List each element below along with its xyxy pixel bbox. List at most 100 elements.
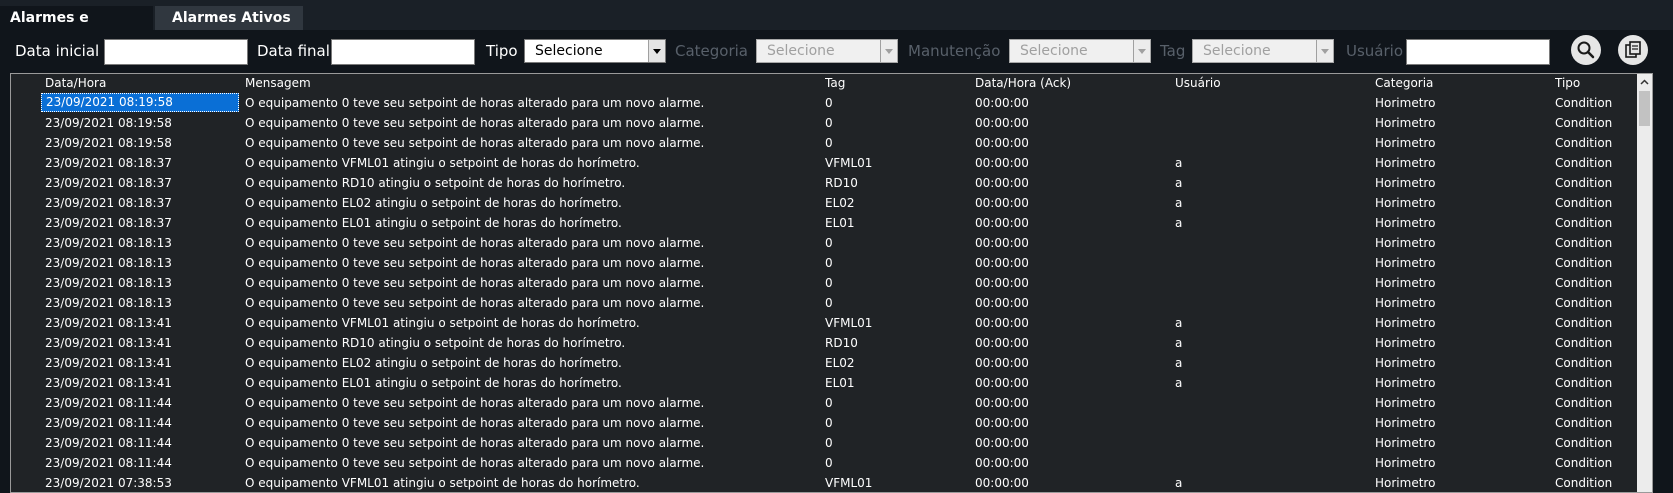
table-row[interactable]: 23/09/2021 08:18:37 O equipamento EL02 at… — [11, 193, 1639, 213]
cell-mensagem: O equipamento 0 teve seu setpoint de hor… — [245, 136, 705, 150]
cell-mensagem: O equipamento EL02 atingiu o setpoint de… — [245, 356, 622, 370]
cell-usuario: a — [1175, 376, 1183, 390]
cell-data-hora: 23/09/2021 08:13:41 — [45, 316, 172, 330]
cell-mensagem: O equipamento 0 teve seu setpoint de hor… — [245, 416, 705, 430]
copy-document-icon — [1625, 41, 1641, 58]
alarm-events-table[interactable]: Data/Hora Mensagem Tag Data/Hora (Ack) U… — [10, 73, 1653, 493]
cell-categoria: Horimetro — [1375, 236, 1436, 250]
usuario-input[interactable] — [1406, 39, 1550, 65]
cell-data-hora-ack: 00:00:00 — [975, 276, 1029, 290]
alarm-events-panel: Data inicial Data final Tipo Selecione C… — [0, 30, 1673, 493]
cell-mensagem: O equipamento 0 teve seu setpoint de hor… — [245, 236, 705, 250]
cell-data-hora: 23/09/2021 08:18:37 — [45, 156, 172, 170]
col-tipo[interactable]: Tipo — [1555, 76, 1580, 90]
table-row[interactable]: 23/09/2021 08:18:37 O equipamento EL01 at… — [11, 213, 1639, 233]
cell-usuario: a — [1175, 196, 1183, 210]
col-usuario[interactable]: Usuário — [1175, 76, 1221, 90]
cell-data-hora-ack: 00:00:00 — [975, 296, 1029, 310]
cell-tipo: Condition — [1555, 216, 1613, 230]
tipo-select-value: Selecione — [535, 43, 603, 59]
cell-tag: 0 — [825, 456, 833, 470]
table-row[interactable]: 23/09/2021 08:13:41 O equipamento RD10 at… — [11, 333, 1639, 353]
scroll-up-icon[interactable] — [1637, 74, 1652, 89]
cell-categoria: Horimetro — [1375, 456, 1436, 470]
table-row[interactable]: 23/09/2021 08:13:41 O equipamento VFML01 … — [11, 313, 1639, 333]
cell-mensagem: O equipamento EL02 atingiu o setpoint de… — [245, 196, 622, 210]
cell-mensagem: O equipamento 0 teve seu setpoint de hor… — [245, 256, 705, 270]
cell-mensagem: O equipamento 0 teve seu setpoint de hor… — [245, 396, 705, 410]
cell-categoria: Horimetro — [1375, 156, 1436, 170]
col-tag[interactable]: Tag — [825, 76, 845, 90]
data-final-label: Data final — [257, 42, 330, 60]
table-row[interactable]: 23/09/2021 08:13:41 O equipamento EL02 at… — [11, 353, 1639, 373]
cell-tipo: Condition — [1555, 156, 1613, 170]
col-categoria[interactable]: Categoria — [1375, 76, 1433, 90]
cell-data-hora: 23/09/2021 08:13:41 — [45, 376, 172, 390]
tab-alarmes-e-eventos[interactable]: Alarmes e Eventos — [0, 6, 153, 50]
cell-usuario: a — [1175, 476, 1183, 490]
table-row[interactable]: 23/09/2021 08:11:44 O equipamento 0 teve … — [11, 433, 1639, 453]
cell-categoria: Horimetro — [1375, 296, 1436, 310]
cell-data-hora-ack: 00:00:00 — [975, 456, 1029, 470]
table-row[interactable]: 23/09/2021 08:19:58 O equipamento 0 teve … — [11, 133, 1639, 153]
table-row[interactable]: 23/09/2021 08:18:13 O equipamento 0 teve … — [11, 273, 1639, 293]
cell-tipo: Condition — [1555, 176, 1613, 190]
cell-data-hora-ack: 00:00:00 — [975, 196, 1029, 210]
cell-tag: 0 — [825, 256, 833, 270]
cell-categoria: Horimetro — [1375, 436, 1436, 450]
cell-data-hora-ack: 00:00:00 — [975, 356, 1029, 370]
search-button[interactable] — [1571, 35, 1601, 65]
tab-alarmes-ativos[interactable]: Alarmes Ativos — [153, 6, 303, 30]
cell-tipo: Condition — [1555, 236, 1613, 250]
cell-tag: EL01 — [825, 216, 855, 230]
cell-data-hora-ack: 00:00:00 — [975, 396, 1029, 410]
tag-label: Tag — [1160, 42, 1186, 60]
table-row[interactable]: 23/09/2021 08:19:58 O equipamento 0 teve … — [11, 113, 1639, 133]
manutencao-label: Manutenção — [908, 42, 1001, 60]
copy-button[interactable] — [1618, 35, 1648, 65]
col-mensagem[interactable]: Mensagem — [245, 76, 311, 90]
table-row[interactable]: 23/09/2021 08:13:41 O equipamento EL01 at… — [11, 373, 1639, 393]
cell-tag: 0 — [825, 136, 833, 150]
table-row[interactable]: 23/09/2021 07:38:53 O equipamento VFML01 … — [11, 473, 1639, 492]
table-row[interactable]: 23/09/2021 08:11:44 O equipamento 0 teve … — [11, 453, 1639, 473]
chevron-down-icon — [1133, 40, 1150, 62]
table-row[interactable]: 23/09/2021 08:18:13 O equipamento 0 teve … — [11, 293, 1639, 313]
table-row[interactable]: 23/09/2021 08:18:13 O equipamento 0 teve … — [11, 233, 1639, 253]
cell-tag: VFML01 — [825, 316, 873, 330]
cell-tag: 0 — [825, 396, 833, 410]
cell-usuario: a — [1175, 216, 1183, 230]
cell-tag: 0 — [825, 416, 833, 430]
table-row[interactable]: 23/09/2021 08:18:37 O equipamento RD10 at… — [11, 173, 1639, 193]
filter-bar: Data inicial Data final Tipo Selecione C… — [0, 35, 1673, 66]
cell-tipo: Condition — [1555, 196, 1613, 210]
table-row[interactable]: 23/09/2021 08:18:37 O equipamento VFML01 … — [11, 153, 1639, 173]
data-inicial-input[interactable] — [104, 39, 248, 65]
vertical-scrollbar[interactable] — [1637, 74, 1652, 492]
categoria-label: Categoria — [675, 42, 749, 60]
cell-tipo: Condition — [1555, 476, 1613, 490]
data-final-input[interactable] — [331, 39, 475, 65]
cell-tag: RD10 — [825, 336, 858, 350]
table-row[interactable]: 23/09/2021 08:11:44 O equipamento 0 teve … — [11, 413, 1639, 433]
tipo-select[interactable]: Selecione — [524, 39, 666, 63]
cell-usuario: a — [1175, 336, 1183, 350]
table-row[interactable]: 23/09/2021 08:18:13 O equipamento 0 teve … — [11, 253, 1639, 273]
scrollbar-thumb[interactable] — [1639, 91, 1650, 126]
cell-data-hora: 23/09/2021 08:18:13 — [45, 296, 172, 310]
col-data-hora-ack[interactable]: Data/Hora (Ack) — [975, 76, 1071, 90]
usuario-label: Usuário — [1346, 42, 1404, 60]
cell-data-hora: 23/09/2021 07:38:53 — [45, 476, 172, 490]
col-data-hora[interactable]: Data/Hora — [45, 76, 106, 90]
cell-usuario: a — [1175, 176, 1183, 190]
cell-data-hora: 23/09/2021 08:18:13 — [45, 276, 172, 290]
cell-usuario: a — [1175, 156, 1183, 170]
chevron-down-icon[interactable] — [648, 40, 665, 62]
tab-bar: Alarmes e Eventos Alarmes Ativos — [0, 6, 303, 50]
cell-data-hora-ack: 00:00:00 — [975, 476, 1029, 490]
cell-data-hora: 23/09/2021 08:11:44 — [45, 416, 172, 430]
table-row[interactable]: 23/09/2021 08:19:58 O equipamento 0 teve … — [11, 93, 1639, 113]
table-row[interactable]: 23/09/2021 08:11:44 O equipamento 0 teve … — [11, 393, 1639, 413]
cell-mensagem: O equipamento 0 teve seu setpoint de hor… — [245, 276, 705, 290]
cell-mensagem: O equipamento RD10 atingiu o setpoint de… — [245, 336, 626, 350]
